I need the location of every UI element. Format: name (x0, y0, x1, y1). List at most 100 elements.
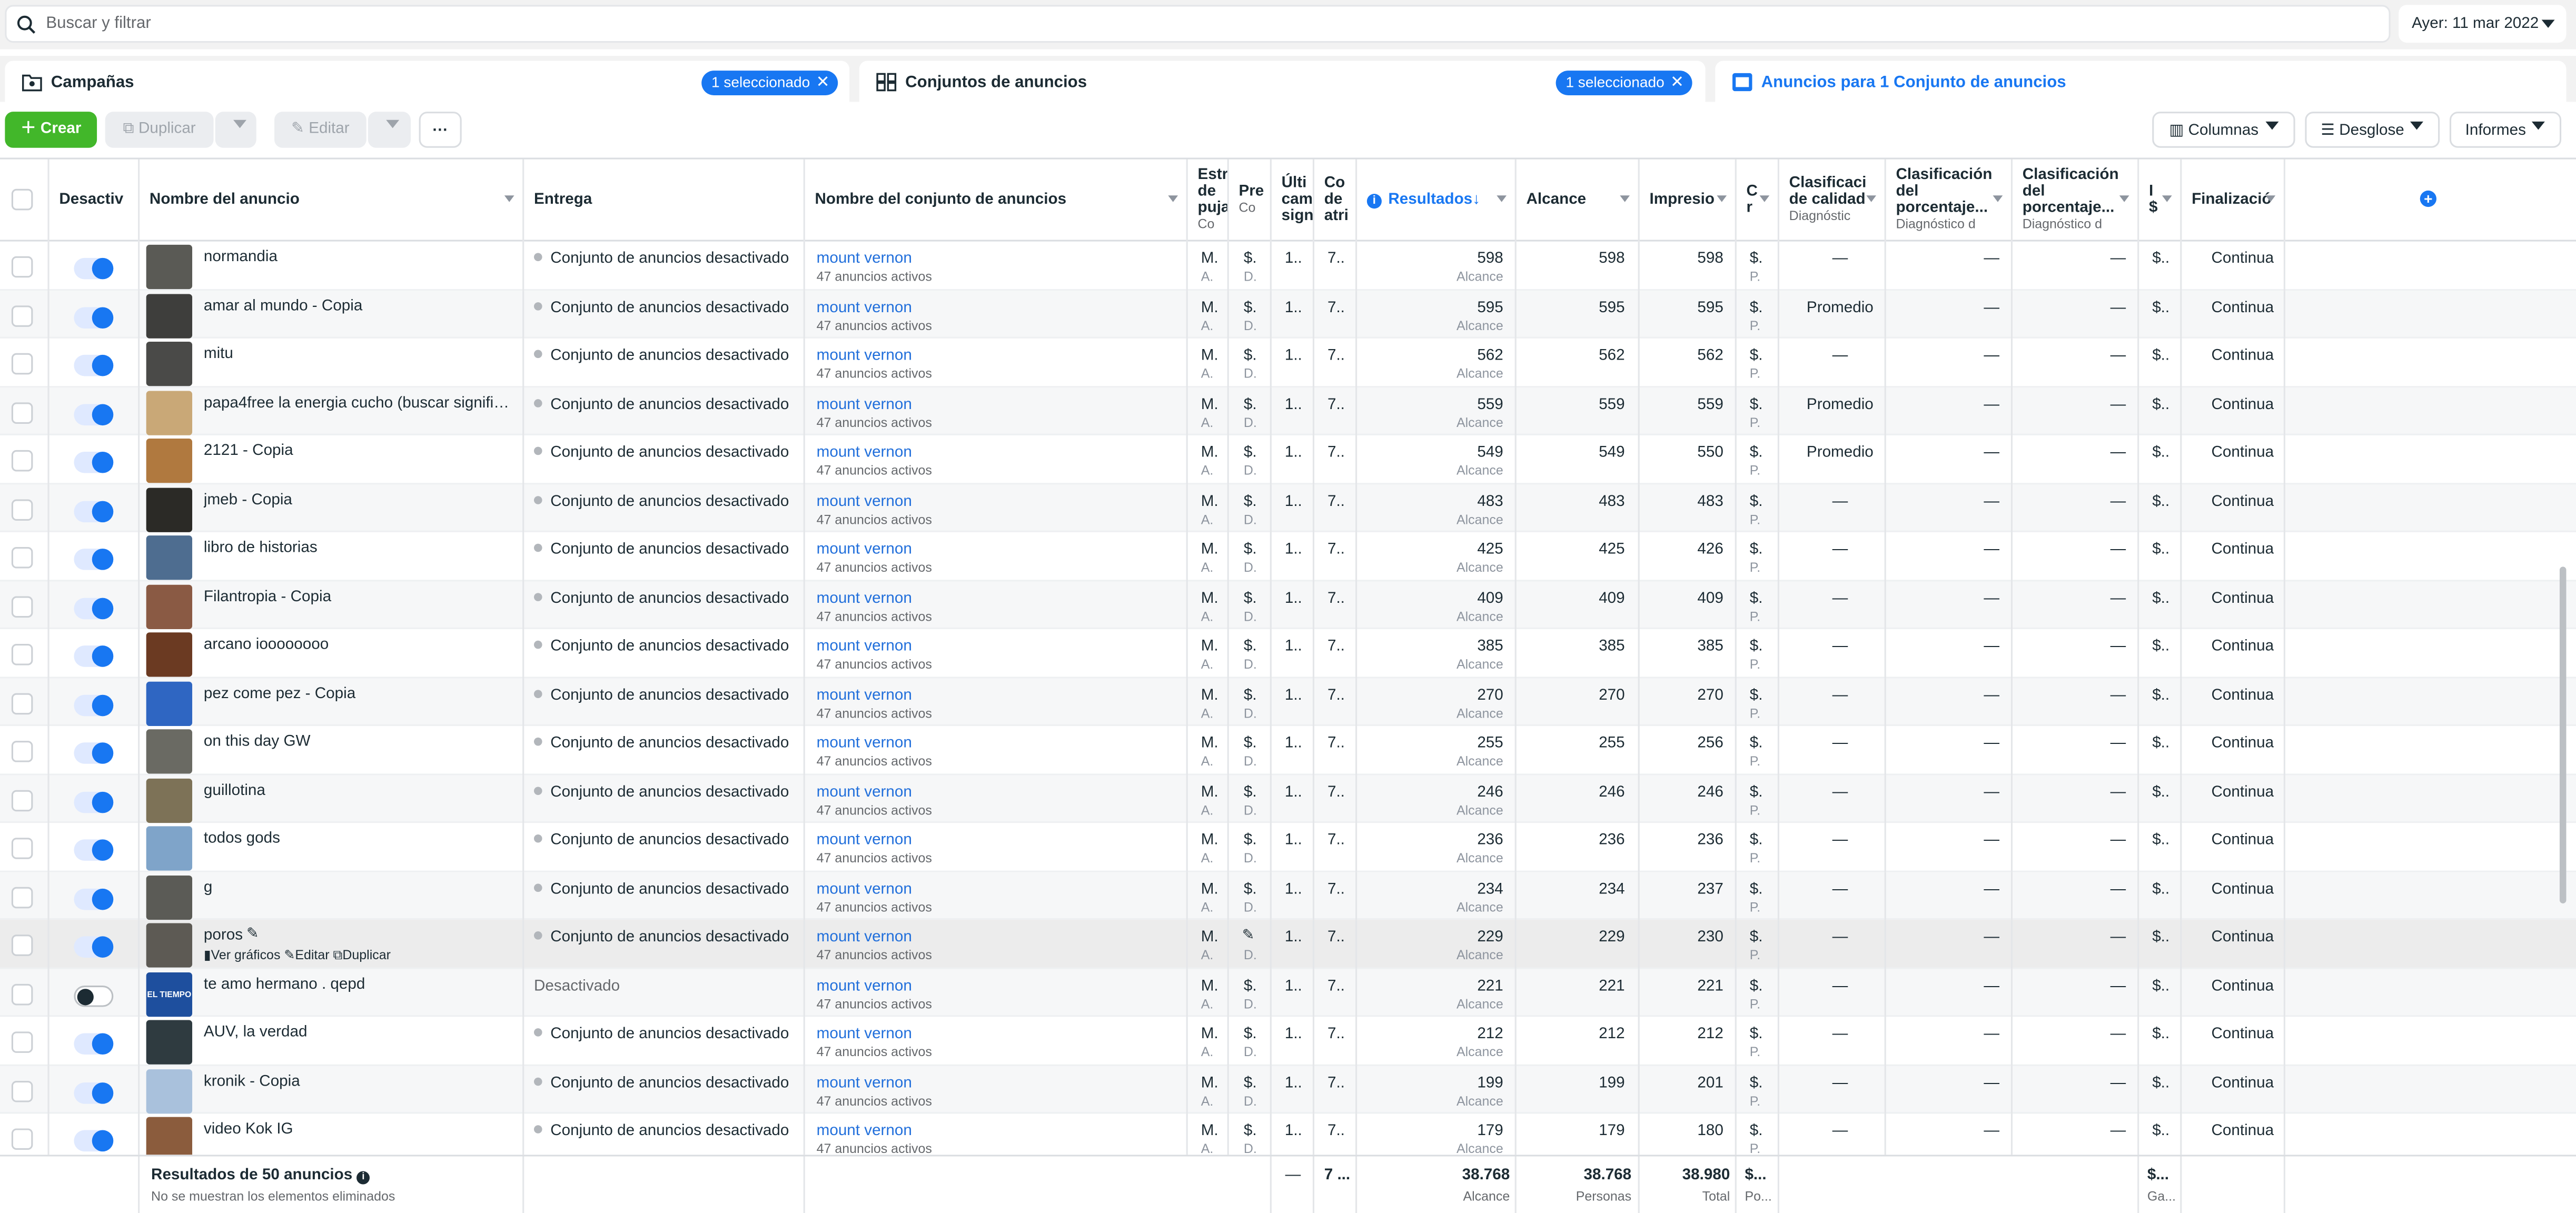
row-checkbox[interactable] (11, 1080, 33, 1101)
tab-adsets[interactable]: Conjuntos de anuncios 1 seleccionado ✕ (859, 61, 1706, 104)
adset-link[interactable]: mount vernon (817, 880, 912, 898)
header-attribution[interactable]: Co de atri (1314, 159, 1358, 242)
ad-toggle[interactable] (74, 451, 114, 473)
header-adset-name[interactable]: Nombre del conjunto de anuncios (805, 159, 1188, 242)
ad-name[interactable]: amar al mundo - Copia (204, 296, 516, 314)
row-checkbox[interactable] (11, 450, 33, 472)
adset-link[interactable]: mount vernon (817, 928, 912, 946)
row-checkbox[interactable] (11, 546, 33, 569)
table-row[interactable]: AUV, la verdad Conjunto de anuncios desac… (0, 1017, 2576, 1066)
adset-link[interactable]: mount vernon (817, 783, 912, 801)
adset-link[interactable]: mount vernon (817, 250, 912, 267)
adset-link[interactable]: mount vernon (817, 831, 912, 849)
sort-icon[interactable] (2162, 195, 2172, 207)
table-row[interactable]: mitu Conjunto de anuncios desactivado moun… (0, 338, 2576, 387)
ad-toggle[interactable] (74, 985, 114, 1006)
header-delivery[interactable]: Entrega (524, 159, 805, 242)
adset-link[interactable]: mount vernon (817, 395, 912, 413)
table-row[interactable]: libro de historias Conjunto de anuncios d… (0, 532, 2576, 581)
header-cost[interactable]: C r (1737, 159, 1779, 242)
ad-toggle[interactable] (74, 888, 114, 909)
adset-link[interactable]: mount vernon (817, 1122, 912, 1140)
tab-ads[interactable]: Anuncios para 1 Conjunto de anuncios (1715, 61, 2567, 104)
adset-link[interactable]: mount vernon (817, 589, 912, 607)
sort-icon[interactable] (1866, 195, 1877, 207)
sort-icon[interactable] (1993, 195, 2003, 207)
ad-toggle[interactable] (74, 694, 114, 715)
header-results[interactable]: i Resultados ↓ (1357, 159, 1517, 242)
ad-name[interactable]: video Kok IG (204, 1120, 516, 1138)
duplicate-link[interactable]: Duplicar (342, 948, 391, 962)
row-checkbox[interactable] (11, 353, 33, 375)
sort-icon[interactable] (504, 195, 514, 207)
header-ends[interactable]: Finalizació (2182, 159, 2285, 242)
adset-link[interactable]: mount vernon (817, 346, 912, 364)
ad-name[interactable]: kronik - Copia (204, 1072, 516, 1090)
vertical-scrollbar[interactable] (2559, 566, 2567, 903)
ad-name[interactable]: arcano ioooooooo (204, 635, 516, 653)
campaigns-selected-pill[interactable]: 1 seleccionado ✕ (701, 71, 838, 95)
table-row[interactable]: guillotina Conjunto de anuncios desactiva… (0, 774, 2576, 823)
breakdown-button[interactable]: ☰ Desglose (2305, 112, 2440, 148)
reports-button[interactable]: Informes (2449, 112, 2562, 148)
more-button[interactable]: ··· (419, 112, 462, 148)
ad-toggle[interactable] (74, 354, 114, 376)
pencil-icon[interactable]: ✎ (246, 925, 259, 943)
ad-toggle[interactable] (74, 403, 114, 425)
header-conversion-rate[interactable]: Clasificación del porcentaje... Diagnósti… (2013, 159, 2139, 242)
row-checkbox[interactable] (11, 838, 33, 859)
table-row[interactable]: Filantropia - Copia Conjunto de anuncios … (0, 580, 2576, 629)
tab-campaigns[interactable]: Campañas 1 seleccionado ✕ (5, 61, 850, 104)
table-row[interactable]: g Conjunto de anuncios desactivado mount v… (0, 871, 2576, 920)
ad-toggle[interactable] (74, 1081, 114, 1103)
search-input[interactable]: Buscar y filtrar (5, 5, 2391, 43)
header-toggle[interactable]: Desactiv (49, 159, 140, 242)
row-checkbox[interactable] (11, 1031, 33, 1053)
sort-icon[interactable] (2265, 195, 2276, 207)
header-amount-spent[interactable]: I $ (2139, 159, 2182, 242)
row-checkbox[interactable] (11, 644, 33, 665)
table-row[interactable]: poros ✎ ▮Ver gráficos ✎Editar ⧉Duplicar Con… (0, 920, 2576, 969)
adset-link[interactable]: mount vernon (817, 734, 912, 752)
pencil-icon[interactable]: ✎ (1242, 927, 1255, 944)
ad-name[interactable]: normandia (204, 248, 516, 266)
adset-link[interactable]: mount vernon (817, 638, 912, 655)
row-checkbox[interactable] (11, 595, 33, 617)
ad-toggle[interactable] (74, 742, 114, 764)
ad-toggle[interactable] (74, 1033, 114, 1055)
ad-toggle[interactable] (74, 1130, 114, 1152)
table-row[interactable]: jmeb - Copia Conjunto de anuncios desacti… (0, 483, 2576, 532)
duplicate-button[interactable]: ⧉ Duplicar (105, 112, 214, 148)
ad-name[interactable]: mitu (204, 345, 516, 363)
header-select-all[interactable] (0, 159, 49, 242)
table-row[interactable]: amar al mundo - Copia Conjunto de anuncio… (0, 290, 2576, 339)
row-checkbox[interactable] (11, 692, 33, 714)
ad-name[interactable]: pez come pez - Copia (204, 684, 516, 702)
ad-name[interactable]: todos gods (204, 830, 516, 848)
sort-icon[interactable] (1759, 195, 1770, 207)
row-checkbox[interactable] (11, 934, 33, 956)
close-icon[interactable]: ✕ (816, 71, 830, 95)
close-icon[interactable]: ✕ (1670, 71, 1684, 95)
ad-toggle[interactable] (74, 306, 114, 328)
table-row[interactable]: arcano ioooooooo Conjunto de anuncios des… (0, 629, 2576, 678)
row-checkbox[interactable] (11, 498, 33, 520)
ad-toggle[interactable] (74, 936, 114, 958)
ad-name[interactable]: AUV, la verdad (204, 1023, 516, 1041)
header-engagement-rate[interactable]: Clasificación del porcentaje... Diagnósti… (1886, 159, 2013, 242)
ad-name[interactable]: te amo hermano . qepd (204, 975, 516, 993)
row-checkbox[interactable] (11, 741, 33, 762)
sort-icon[interactable] (2119, 195, 2129, 207)
table-row[interactable]: 2121 - Copia Conjunto de anuncios desacti… (0, 435, 2576, 484)
header-budget[interactable]: Pre Co (1229, 159, 1272, 242)
header-last-change[interactable]: Últi cam sign (1272, 159, 1314, 242)
adset-link[interactable]: mount vernon (817, 443, 912, 461)
ad-toggle[interactable] (74, 257, 114, 280)
header-impressions[interactable]: Impresio (1640, 159, 1737, 242)
ad-name[interactable]: guillotina (204, 781, 516, 799)
info-icon[interactable]: i (356, 1171, 370, 1185)
columns-button[interactable]: ▥ Columnas (2152, 112, 2295, 148)
header-reach[interactable]: Alcance (1517, 159, 1640, 242)
ad-name[interactable]: Filantropia - Copia (204, 587, 516, 605)
ad-name[interactable]: on this day GW (204, 733, 516, 751)
